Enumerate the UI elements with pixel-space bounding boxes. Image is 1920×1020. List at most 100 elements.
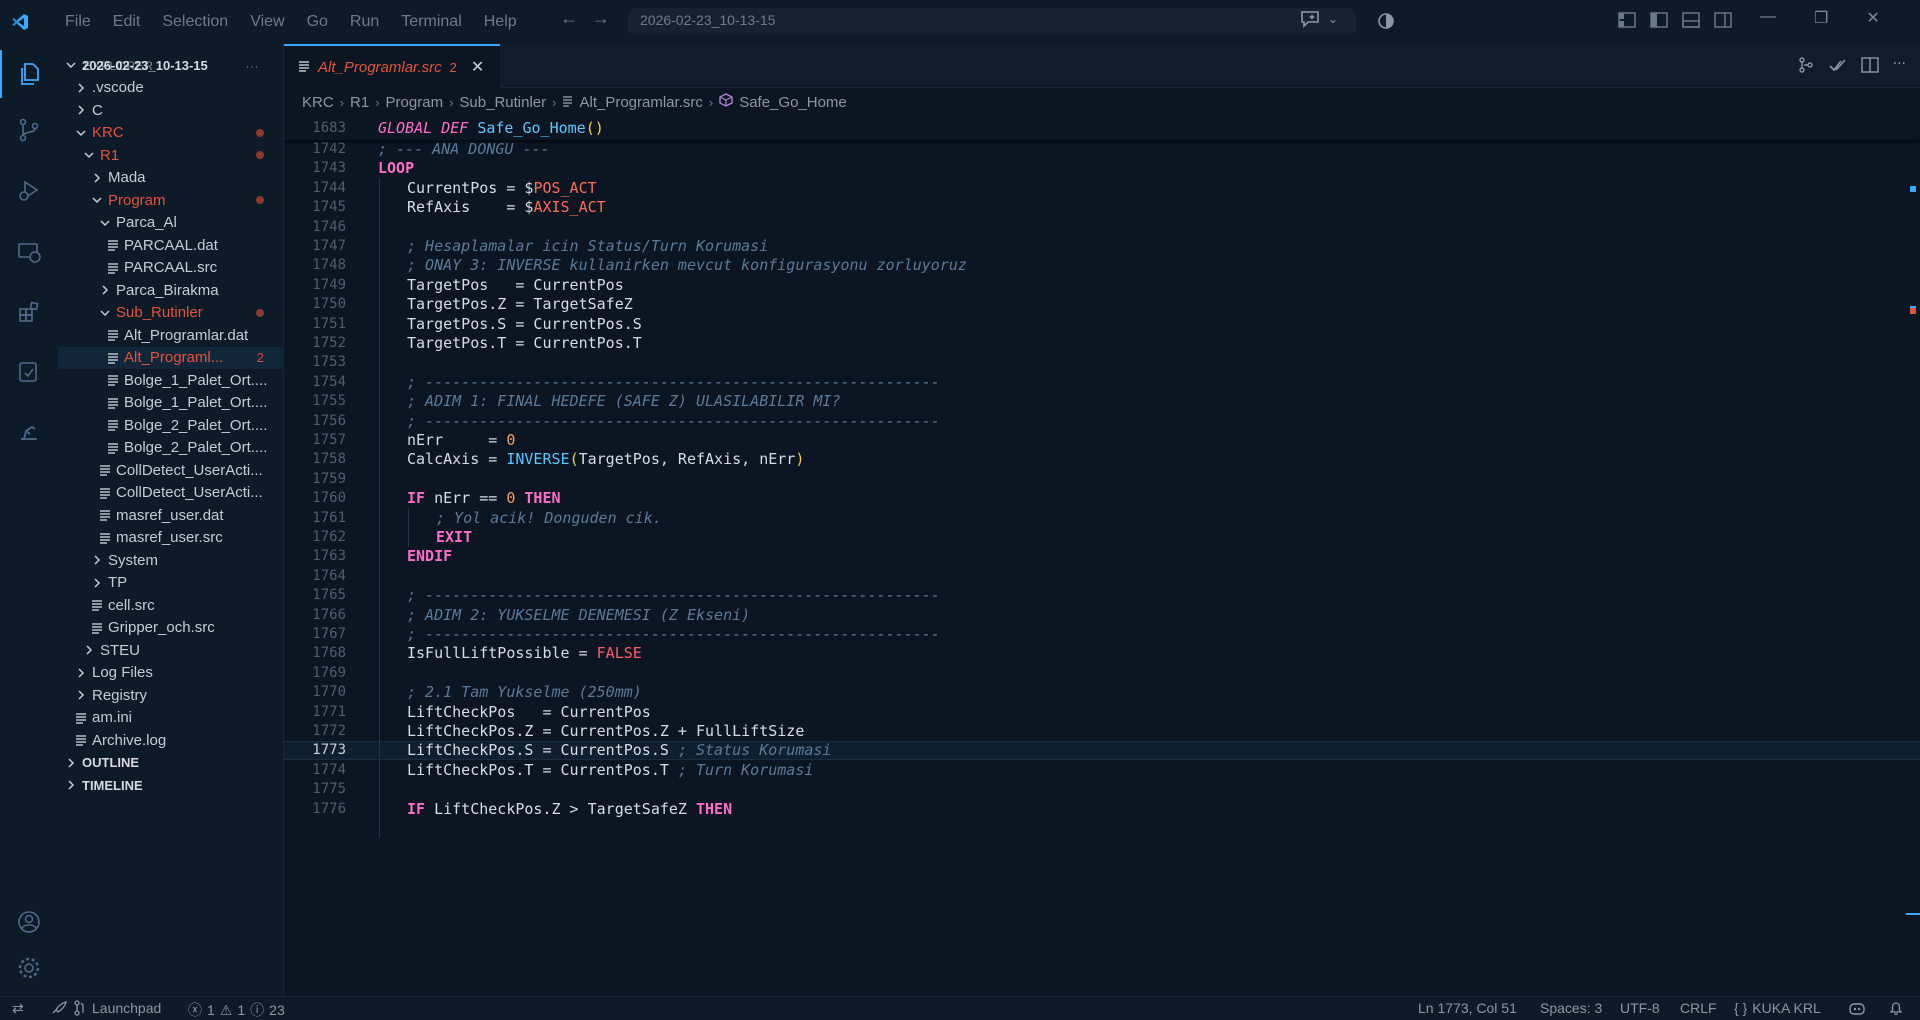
- code-line[interactable]: 1745 RefAxis = $AXIS_ACT: [284, 198, 1920, 217]
- cursor-position[interactable]: Ln 1773, Col 51: [1418, 1000, 1517, 1016]
- source-control-icon[interactable]: [0, 106, 58, 154]
- extensions-icon[interactable]: [0, 288, 58, 336]
- sticky-scroll-header[interactable]: 1683 GLOBAL DEF Safe_Go_Home(): [284, 116, 1920, 140]
- code-line[interactable]: 1769: [284, 663, 1920, 682]
- tree-folder[interactable]: Mada: [58, 167, 284, 189]
- tree-file[interactable]: PARCAAL.dat: [58, 234, 284, 256]
- menu-item-selection[interactable]: Selection: [151, 13, 239, 31]
- remote-explorer-icon[interactable]: [0, 228, 58, 276]
- menu-item-go[interactable]: Go: [296, 13, 339, 31]
- tree-file[interactable]: Alt_Programlar.dat: [58, 324, 284, 346]
- code-line[interactable]: 1742 ; --- ANA DONGU ---: [284, 139, 1920, 158]
- notifications-bell-icon[interactable]: [1888, 1000, 1904, 1016]
- open-changes-icon[interactable]: [1797, 56, 1815, 74]
- overview-ruler[interactable]: [1906, 116, 1920, 996]
- language-mode[interactable]: { } KUKA KRL: [1734, 1000, 1821, 1016]
- code-editor[interactable]: 17411742; --- ANA DONGU ---1743LOOP1744C…: [284, 116, 1920, 996]
- tree-folder[interactable]: TP: [58, 572, 284, 594]
- code-line[interactable]: 1775: [284, 780, 1920, 799]
- run-debug-icon[interactable]: [0, 166, 58, 214]
- split-editor-icon[interactable]: [1860, 56, 1879, 74]
- tree-file[interactable]: cell.src: [58, 594, 284, 616]
- tree-file[interactable]: Bolge_2_Palet_Ort....: [58, 437, 284, 459]
- code-line[interactable]: 1751 TargetPos.S = CurrentPos.S: [284, 314, 1920, 333]
- toggle-secondary-sidebar-icon[interactable]: [1714, 12, 1732, 28]
- code-line[interactable]: 1749 TargetPos = CurrentPos: [284, 275, 1920, 294]
- toggle-panel-icon[interactable]: [1682, 12, 1700, 28]
- tree-folder[interactable]: R1: [58, 144, 284, 166]
- tree-file[interactable]: Archive.log: [58, 729, 284, 751]
- code-line[interactable]: 1760 IF nErr == 0 THEN: [284, 489, 1920, 508]
- code-line[interactable]: 1759: [284, 469, 1920, 488]
- tree-folder[interactable]: Parca_Birakma: [58, 279, 284, 301]
- back-arrow-icon[interactable]: ←: [560, 8, 578, 29]
- restore-icon[interactable]: ❐: [1814, 8, 1828, 28]
- code-line[interactable]: 1772 LiftCheckPos.Z = CurrentPos.Z + Full…: [284, 721, 1920, 740]
- close-window-icon[interactable]: ✕: [1866, 8, 1879, 28]
- remote-indicator[interactable]: ⇄: [12, 1000, 24, 1017]
- encoding-setting[interactable]: UTF-8: [1620, 1000, 1660, 1016]
- tree-folder[interactable]: System: [58, 549, 284, 571]
- tree-folder[interactable]: Registry: [58, 684, 284, 706]
- kuka-icon[interactable]: [0, 408, 58, 456]
- breadcrumb-item[interactable]: Alt_Programlar.src: [579, 94, 702, 111]
- menu-item-view[interactable]: View: [239, 13, 295, 31]
- menu-item-terminal[interactable]: Terminal: [390, 13, 472, 31]
- tree-file[interactable]: CollDetect_UserActi...: [58, 482, 284, 504]
- launchpad-button[interactable]: Launchpad: [50, 1000, 161, 1016]
- problems-indicator[interactable]: ⓧ 1 ⚠ 1 ⓘ 23: [188, 1000, 285, 1020]
- check-all-icon[interactable]: [1829, 56, 1847, 74]
- breadcrumb-item[interactable]: Program: [386, 94, 444, 111]
- breadcrumb-item[interactable]: Safe_Go_Home: [739, 94, 847, 111]
- breadcrumb-item[interactable]: KRC: [302, 94, 334, 111]
- code-line[interactable]: 1746: [284, 217, 1920, 236]
- tree-folder[interactable]: Program: [58, 189, 284, 211]
- code-line[interactable]: 1748 ; ONAY 3: INVERSE kullanirken mevcut…: [284, 256, 1920, 275]
- code-line[interactable]: 1755 ; ADIM 1: FINAL HEDEFE (SAFE Z) ULAS…: [284, 392, 1920, 411]
- breadcrumb-item[interactable]: R1: [350, 94, 369, 111]
- menu-item-edit[interactable]: Edit: [102, 13, 152, 31]
- tree-folder[interactable]: Sub_Rutinler: [58, 302, 284, 324]
- tree-file[interactable]: Gripper_och.src: [58, 617, 284, 639]
- tree-file[interactable]: Alt_Programl... 2: [58, 346, 284, 369]
- code-line[interactable]: 1758 CalcAxis = INVERSE(TargetPos, RefAxi…: [284, 450, 1920, 469]
- tree-file[interactable]: Bolge_1_Palet_Ort....: [58, 392, 284, 414]
- code-line[interactable]: 1744 CurrentPos = $POS_ACT: [284, 178, 1920, 197]
- code-line[interactable]: 1754 ; ----------------------------------…: [284, 372, 1920, 391]
- tree-file[interactable]: Bolge_2_Palet_Ort....: [58, 414, 284, 436]
- code-line[interactable]: 1768 IsFullLiftPossible = FALSE: [284, 644, 1920, 663]
- tree-file[interactable]: Bolge_1_Palet_Ort....: [58, 369, 284, 391]
- tree-folder[interactable]: TIMELINE: [58, 774, 284, 796]
- minimize-icon[interactable]: —: [1760, 8, 1776, 28]
- code-line[interactable]: 1773 LiftCheckPos.S = CurrentPos.S ; Stat…: [284, 740, 1920, 761]
- close-tab-icon[interactable]: ✕: [471, 57, 484, 77]
- indentation-setting[interactable]: Spaces: 3: [1540, 1000, 1602, 1016]
- breadcrumb-item[interactable]: Sub_Rutinler: [459, 94, 546, 111]
- accounts-sync-icon[interactable]: [1376, 11, 1396, 36]
- copilot-status-icon[interactable]: [1848, 1000, 1866, 1016]
- code-line[interactable]: 1766 ; ADIM 2: YUKSELME DENEMESI (Z Eksen…: [284, 605, 1920, 624]
- menu-item-file[interactable]: File: [54, 13, 102, 31]
- tree-file[interactable]: masref_user.src: [58, 527, 284, 549]
- code-line[interactable]: 1761 ; Yol acik! Donguden cik.: [284, 508, 1920, 527]
- tree-folder[interactable]: KRC: [58, 122, 284, 144]
- tree-file[interactable]: am.ini: [58, 707, 284, 729]
- code-line[interactable]: 1756 ; ----------------------------------…: [284, 411, 1920, 430]
- code-line[interactable]: 1776 IF LiftCheckPos.Z > TargetSafeZ THEN: [284, 799, 1920, 818]
- tree-file[interactable]: PARCAAL.src: [58, 257, 284, 279]
- tree-folder[interactable]: OUTLINE: [58, 752, 284, 774]
- tree-folder[interactable]: C: [58, 99, 284, 121]
- tab-alt-programlar[interactable]: Alt_Programlar.src 2 ✕: [284, 44, 500, 88]
- tree-folder[interactable]: Parca_Al: [58, 212, 284, 234]
- code-line[interactable]: 1747 ; Hesaplamalar icin Status/Turn Koru…: [284, 236, 1920, 255]
- command-center-search[interactable]: 2026-02-23_10-13-15: [628, 8, 1356, 34]
- tree-folder[interactable]: 2026-02-23_10-13-15: [58, 54, 284, 76]
- tree-folder[interactable]: STEU: [58, 639, 284, 661]
- customize-layout-icon[interactable]: [1618, 12, 1636, 28]
- accounts-icon[interactable]: [0, 898, 58, 946]
- code-line[interactable]: 1762 EXIT: [284, 527, 1920, 546]
- chevron-down-icon[interactable]: ⌄: [1328, 12, 1338, 26]
- toggle-primary-sidebar-icon[interactable]: [1650, 12, 1668, 28]
- code-line[interactable]: 1763 ENDIF: [284, 547, 1920, 566]
- code-line[interactable]: 1774 LiftCheckPos.T = CurrentPos.T ; Turn…: [284, 760, 1920, 779]
